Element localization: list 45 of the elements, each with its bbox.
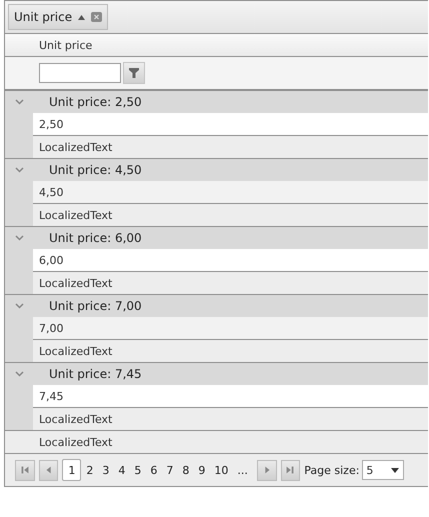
page-link[interactable]: 8	[178, 459, 194, 481]
table-cell: 7,00	[33, 317, 428, 340]
page-link[interactable]: 5	[130, 459, 146, 481]
page-link[interactable]: 4	[114, 459, 130, 481]
group-title: Unit price: 2,50	[49, 95, 142, 109]
group-footer: LocalizedText	[33, 340, 428, 362]
last-icon	[284, 464, 296, 476]
caret-icon	[391, 468, 399, 472]
chip-label: Unit price	[14, 10, 72, 24]
page-link[interactable]: 2	[82, 459, 98, 481]
table-cell: 4,50	[33, 181, 428, 204]
chevron-icon	[14, 303, 24, 309]
page-link[interactable]: ...	[233, 459, 252, 481]
previous-page-button[interactable]	[38, 460, 58, 480]
page-link[interactable]: 3	[98, 459, 114, 481]
page-size-label: Page size:	[304, 464, 360, 476]
group-title: Unit price: 7,00	[49, 299, 142, 313]
last-page-button[interactable]	[280, 460, 300, 480]
group-title: Unit price: 6,00	[49, 231, 142, 245]
column-header[interactable]: Unit price	[5, 34, 428, 57]
page-link[interactable]: 6	[146, 459, 162, 481]
page-link[interactable]: 9	[194, 459, 210, 481]
page-link[interactable]: 7	[162, 459, 178, 481]
next-page-button[interactable]	[256, 460, 277, 480]
chevron-icon	[14, 99, 24, 105]
chevron-icon	[14, 371, 24, 377]
group-footer: LocalizedText	[33, 272, 428, 294]
first-page-button[interactable]	[15, 460, 35, 480]
group-title: Unit price: 7,45	[49, 367, 142, 381]
close-icon[interactable]	[91, 12, 102, 22]
chevron-icon	[14, 235, 24, 241]
group-footer: LocalizedText	[33, 136, 428, 158]
page-size-select[interactable]: 5	[362, 460, 404, 480]
first-icon	[18, 464, 31, 476]
group-chip[interactable]: Unit price	[8, 4, 108, 30]
grid-footer: LocalizedText	[5, 431, 428, 454]
page-link[interactable]: 1	[62, 459, 82, 481]
group-title: Unit price: 4,50	[49, 163, 142, 177]
group-footer: LocalizedText	[33, 408, 428, 430]
page-link[interactable]: 10	[210, 459, 232, 481]
filter-icon	[129, 68, 139, 78]
filter-button[interactable]	[123, 62, 145, 84]
chevron-icon	[14, 167, 24, 173]
filter-field[interactable]	[39, 63, 121, 83]
group-footer: LocalizedText	[33, 204, 428, 226]
